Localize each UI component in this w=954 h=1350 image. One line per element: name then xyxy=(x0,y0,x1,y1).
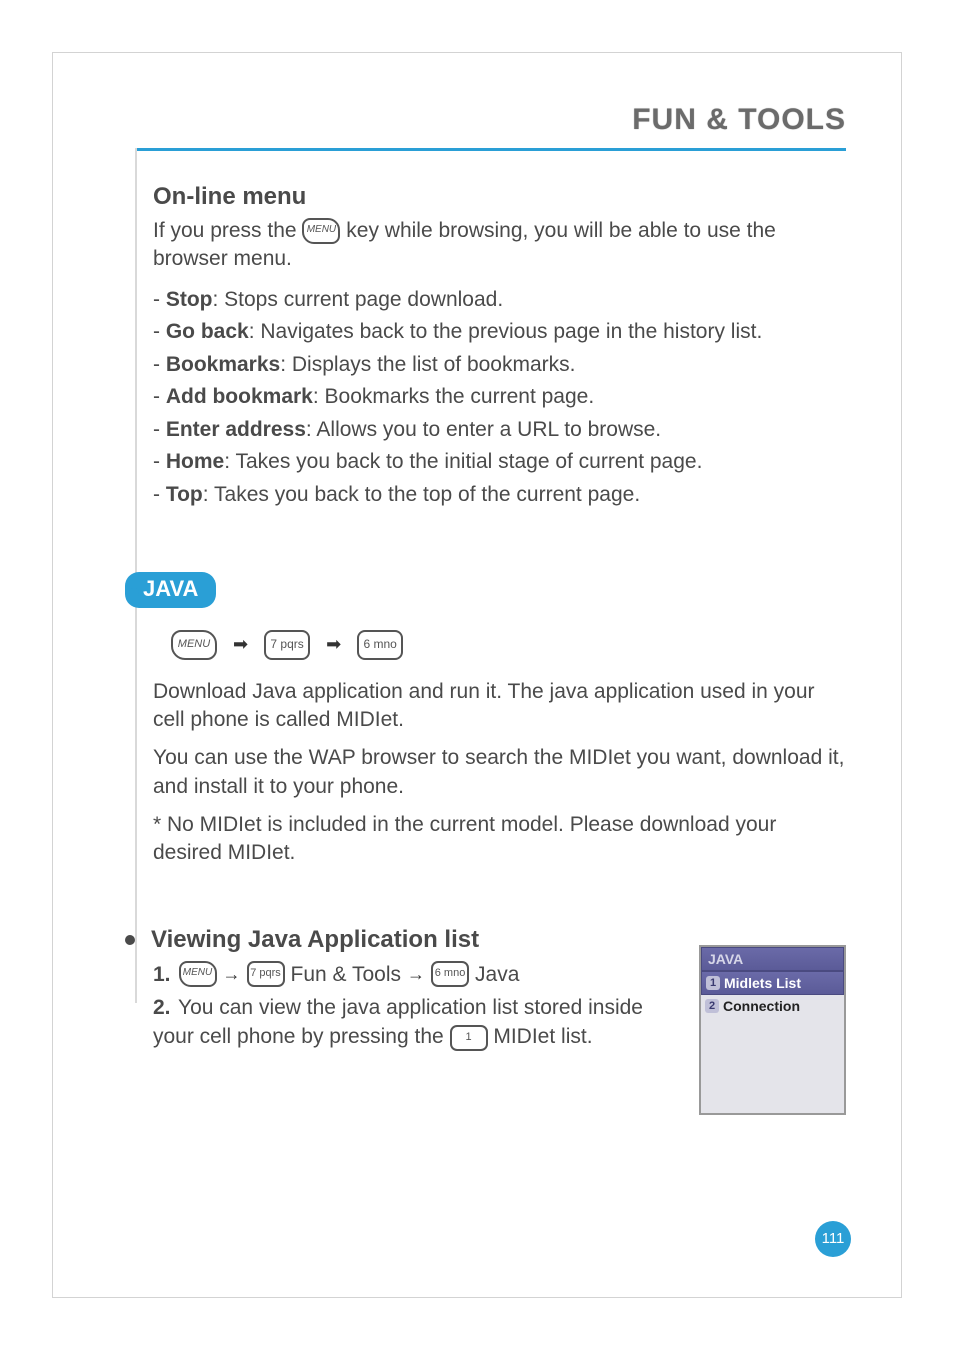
item-desc: : Takes you back to the top of the curre… xyxy=(203,483,640,506)
manual-page: FUN & TOOLS On-line menu If you press th… xyxy=(52,52,902,1298)
row-label: Connection xyxy=(723,998,800,1014)
item-name: Top xyxy=(166,483,203,506)
page-title: FUN & TOOLS xyxy=(632,103,846,136)
item-name: Enter address xyxy=(166,418,306,441)
page-number-badge: 111 xyxy=(815,1221,851,1257)
header-rule xyxy=(135,148,846,151)
key-1-icon: 1 xyxy=(450,1025,488,1051)
item-name: Bookmarks xyxy=(166,353,280,376)
step-text: MIDIet list. xyxy=(493,1025,592,1048)
list-item: - Enter address: Allows you to enter a U… xyxy=(153,414,846,447)
online-menu-list: - Stop: Stops current page download. - G… xyxy=(153,284,846,512)
section-dot-icon xyxy=(129,588,139,598)
java-note: * No MIDIet is included in the current m… xyxy=(153,811,846,868)
step-1: 1. MENU → 7 pqrs Fun & Tools → 6 mno Jav… xyxy=(153,960,643,989)
item-desc: : Navigates back to the previous page in… xyxy=(249,320,763,343)
header: FUN & TOOLS xyxy=(53,103,846,137)
row-number: 2 xyxy=(705,999,719,1013)
item-name: Go back xyxy=(166,320,249,343)
row-label: Midlets List xyxy=(724,975,801,991)
item-desc: : Stops current page download. xyxy=(212,288,503,311)
item-desc: : Bookmarks the current page. xyxy=(313,385,594,408)
item-desc: : Takes you back to the initial stage of… xyxy=(224,450,702,473)
item-name: Home xyxy=(166,450,224,473)
item-desc: : Allows you to enter a URL to browse. xyxy=(306,418,661,441)
java-paragraph: You can use the WAP browser to search th… xyxy=(153,744,846,801)
key-7-icon: 7 pqrs xyxy=(264,630,310,660)
viewing-title: Viewing Java Application list xyxy=(151,926,479,954)
arrow-right-icon: ➡ xyxy=(233,634,248,655)
step-label: Fun & Tools xyxy=(291,960,402,989)
list-item: - Add bookmark: Bookmarks the current pa… xyxy=(153,381,846,414)
phone-menu-row: 2 Connection xyxy=(701,995,844,1017)
row-number: 1 xyxy=(706,976,720,990)
menu-key-icon: MENU xyxy=(179,961,217,987)
java-section-badge: JAVA xyxy=(125,572,216,608)
arrow-right-icon: ➡ xyxy=(326,634,341,655)
menu-key-icon: MENU xyxy=(302,218,340,244)
menu-key-icon: MENU xyxy=(171,630,217,660)
java-paragraph: Download Java application and run it. Th… xyxy=(153,678,846,735)
java-key-sequence: MENU ➡ 7 pqrs ➡ 6 mno xyxy=(171,630,846,660)
content: On-line menu If you press the MENU key w… xyxy=(153,183,846,1056)
intro-before: If you press the xyxy=(153,219,302,242)
list-item: - Top: Takes you back to the top of the … xyxy=(153,479,846,512)
bullet-icon xyxy=(125,935,135,945)
step-label: Java xyxy=(475,960,519,989)
list-item: - Bookmarks: Displays the list of bookma… xyxy=(153,349,846,382)
online-menu-intro: If you press the MENU key while browsing… xyxy=(153,217,846,274)
list-item: - Stop: Stops current page download. xyxy=(153,284,846,317)
key-6-icon: 6 mno xyxy=(357,630,403,660)
item-name: Add bookmark xyxy=(166,385,313,408)
online-menu-title: On-line menu xyxy=(153,183,846,211)
key-6-icon: 6 mno xyxy=(431,961,469,987)
item-name: Stop xyxy=(166,288,213,311)
phone-menu-row-selected: 1 Midlets List xyxy=(701,971,844,995)
list-item: - Home: Takes you back to the initial st… xyxy=(153,446,846,479)
list-item: - Go back: Navigates back to the previou… xyxy=(153,316,846,349)
item-desc: : Displays the list of bookmarks. xyxy=(280,353,575,376)
step-2: 2. You can view the java application lis… xyxy=(153,993,643,1052)
phone-screen-illustration: JAVA 1 Midlets List 2 Connection xyxy=(699,945,846,1115)
step-number: 1. xyxy=(153,960,171,989)
arrow-right-icon: → xyxy=(407,962,425,987)
step-number: 2. xyxy=(153,996,171,1019)
key-7-icon: 7 pqrs xyxy=(247,961,285,987)
arrow-right-icon: → xyxy=(223,962,241,987)
phone-screen-title: JAVA xyxy=(701,947,844,971)
